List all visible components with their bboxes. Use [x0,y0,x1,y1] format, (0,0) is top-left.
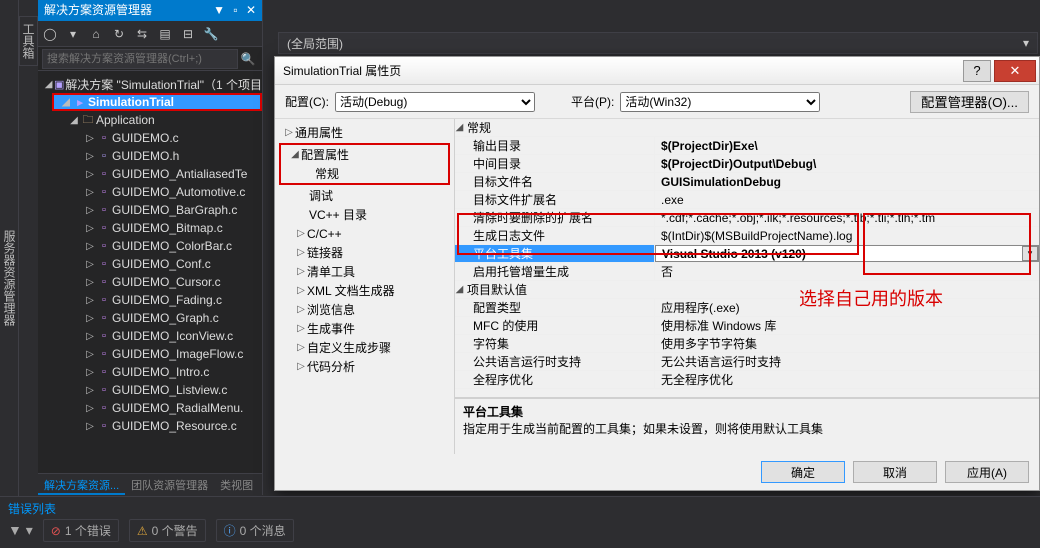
solution-explorer-title: 解决方案资源管理器 ▼ ▫ ✕ [38,0,262,21]
property-nav: ▷通用属性 ◢配置属性 常规 调试 VC++ 目录 ▷C/C++ ▷链接器 ▷清… [275,119,455,454]
row-log-file[interactable]: 生成日志文件$(IntDir)$(MSBuildProjectName).log [455,227,1039,245]
chevron-down-icon[interactable]: ▾ [1023,36,1029,50]
messages-tab[interactable]: ⓘ0 个消息 [216,519,294,542]
close-button[interactable]: ✕ [994,60,1036,82]
solution-toolbar: ◯▾ ⌂ ↻ ⇆ ▤ ⊟ 🔧 [38,21,262,47]
help-button[interactable]: ? [963,60,991,82]
dialog-title-text: SimulationTrial 属性页 [283,62,401,79]
scope-label: (全局范围) [287,35,343,52]
nav-vcdir[interactable]: VC++ 目录 [275,205,454,224]
nav-manifest[interactable]: ▷清单工具 [275,262,454,281]
nav-ccpp[interactable]: ▷C/C++ [275,224,454,243]
folder-application[interactable]: ◢🗀Application [38,111,262,129]
refresh-icon[interactable]: ↻ [111,26,127,42]
side-tab-toolbox[interactable]: 工具箱 [19,16,38,66]
file-GUIDEMO_Bitmap-c[interactable]: ▷▫GUIDEMO_Bitmap.c [38,219,262,237]
property-pages-dialog: SimulationTrial 属性页 ? ✕ 配置(C): 活动(Debug)… [274,56,1040,491]
errors-tab[interactable]: ⊘1 个错误 [43,519,119,542]
file-GUIDEMO_Resource-c[interactable]: ▷▫GUIDEMO_Resource.c [38,417,262,435]
config-select[interactable]: 活动(Debug) [335,92,535,112]
property-description: 平台工具集 指定用于生成当前配置的工具集；如果未设置，则将使用默认工具集 [455,398,1039,454]
side-tab-server[interactable]: 服务器资源管理器 [0,0,19,548]
file-GUIDEMO_IconView-c[interactable]: ▷▫GUIDEMO_IconView.c [38,327,262,345]
error-list-panel: 错误列表 ▼ ▾ ⊘1 个错误 ⚠0 个警告 ⓘ0 个消息 [0,496,1040,548]
file-GUIDEMO_Fading-c[interactable]: ▷▫GUIDEMO_Fading.c [38,291,262,309]
row-platform-toolset[interactable]: 平台工具集Visual Studio 2013 (v120)▾ [455,245,1039,263]
tab-classview[interactable]: 类视图 [214,474,259,495]
file-GUIDEMO_RadialMenu-[interactable]: ▷▫GUIDEMO_RadialMenu. [38,399,262,417]
search-input[interactable] [42,49,238,69]
file-GUIDEMO-h[interactable]: ▷▫GUIDEMO.h [38,147,262,165]
tab-solution[interactable]: 解决方案资源... [38,474,125,495]
nav-build[interactable]: ▷生成事件 [275,319,454,338]
dialog-titlebar: SimulationTrial 属性页 ? ✕ [275,57,1039,85]
section-defaults[interactable]: ◢项目默认值 [455,281,1039,299]
row-managed-inc[interactable]: 启用托管增量生成否 [455,263,1039,281]
file-GUIDEMO_Conf-c[interactable]: ▷▫GUIDEMO_Conf.c [38,255,262,273]
cancel-button[interactable]: 取消 [853,461,937,483]
back-icon[interactable]: ◯ [42,26,58,42]
row-target-name[interactable]: 目标文件名GUISimulationDebug [455,173,1039,191]
row-config-type[interactable]: 配置类型应用程序(.exe) [455,299,1039,317]
row-clr[interactable]: 公共语言运行时支持无公共语言运行时支持 [455,353,1039,371]
file-GUIDEMO_ColorBar-c[interactable]: ▷▫GUIDEMO_ColorBar.c [38,237,262,255]
properties-icon[interactable]: 🔧 [203,26,219,42]
property-grid: ◢常规 输出目录$(ProjectDir)Exe\ 中间目录$(ProjectD… [455,119,1039,398]
file-GUIDEMO_BarGraph-c[interactable]: ▷▫GUIDEMO_BarGraph.c [38,201,262,219]
config-manager-button[interactable]: 配置管理器(O)... [910,91,1029,113]
file-GUIDEMO_Cursor-c[interactable]: ▷▫GUIDEMO_Cursor.c [38,273,262,291]
nav-custom[interactable]: ▷自定义生成步骤 [275,338,454,357]
nav-debug[interactable]: 调试 [275,186,454,205]
row-output-dir[interactable]: 输出目录$(ProjectDir)Exe\ [455,137,1039,155]
solution-tree: ◢▣解决方案 "SimulationTrial"（1 个项目 ◢▸Simulat… [38,71,262,473]
nav-linker[interactable]: ▷链接器 [275,243,454,262]
close-icon[interactable]: ✕ [246,0,256,21]
nav-browse[interactable]: ▷浏览信息 [275,300,454,319]
apply-button[interactable]: 应用(A) [945,461,1029,483]
tab-team[interactable]: 团队资源管理器 [125,474,214,495]
nav-general[interactable]: 常规 [281,164,448,183]
row-clean-ext[interactable]: 清除时要删除的扩展名*.cdf;*.cache;*.obj;*.ilk;*.re… [455,209,1039,227]
platform-label: 平台(P): [571,93,614,110]
desc-text: 指定用于生成当前配置的工具集；如果未设置，则将使用默认工具集 [463,420,1031,437]
collapse-icon[interactable]: ⊟ [180,26,196,42]
file-GUIDEMO_ImageFlow-c[interactable]: ▷▫GUIDEMO_ImageFlow.c [38,345,262,363]
warnings-tab[interactable]: ⚠0 个警告 [129,519,206,542]
config-label: 配置(C): [285,93,329,110]
file-GUIDEMO_Listview-c[interactable]: ▷▫GUIDEMO_Listview.c [38,381,262,399]
dropdown-icon[interactable]: ▼ [213,0,225,21]
solution-node[interactable]: ◢▣解决方案 "SimulationTrial"（1 个项目 [38,75,262,93]
sync-icon[interactable]: ⇆ [134,26,150,42]
nav-xmldoc[interactable]: ▷XML 文档生成器 [275,281,454,300]
nav-config-props[interactable]: ◢配置属性 [281,145,448,164]
search-icon[interactable]: 🔍 [238,52,258,66]
row-target-ext[interactable]: 目标文件扩展名.exe [455,191,1039,209]
section-general[interactable]: ◢常规 [455,119,1039,137]
file-GUIDEMO_Intro-c[interactable]: ▷▫GUIDEMO_Intro.c [38,363,262,381]
row-mfc[interactable]: MFC 的使用使用标准 Windows 库 [455,317,1039,335]
solution-title-text: 解决方案资源管理器 [44,0,152,21]
showall-icon[interactable]: ▤ [157,26,173,42]
row-wpo[interactable]: 全程序优化无全程序优化 [455,371,1039,389]
filter-icon[interactable]: ▼ ▾ [8,522,33,539]
scope-bar[interactable]: (全局范围) ▾ [278,32,1038,54]
platform-select[interactable]: 活动(Win32) [620,92,820,112]
desc-heading: 平台工具集 [463,403,1031,420]
project-node[interactable]: ◢▸SimulationTrial [52,93,262,111]
toolset-dropdown-icon[interactable]: ▾ [1022,246,1038,261]
error-list-title: 错误列表 [0,497,1040,519]
file-GUIDEMO_Graph-c[interactable]: ▷▫GUIDEMO_Graph.c [38,309,262,327]
file-GUIDEMO_AntialiasedTe[interactable]: ▷▫GUIDEMO_AntialiasedTe [38,165,262,183]
file-GUIDEMO-c[interactable]: ▷▫GUIDEMO.c [38,129,262,147]
nav-analysis[interactable]: ▷代码分析 [275,357,454,376]
file-GUIDEMO_Automotive-c[interactable]: ▷▫GUIDEMO_Automotive.c [38,183,262,201]
ok-button[interactable]: 确定 [761,461,845,483]
row-charset[interactable]: 字符集使用多字节字符集 [455,335,1039,353]
annotation-text: 选择自己用的版本 [799,285,943,311]
home-icon[interactable]: ⌂ [88,26,104,42]
nav-common[interactable]: ▷通用属性 [275,123,454,142]
pin-icon[interactable]: ▫ [233,0,237,21]
row-int-dir[interactable]: 中间目录$(ProjectDir)Output\Debug\ [455,155,1039,173]
solution-explorer: 解决方案资源管理器 ▼ ▫ ✕ ◯▾ ⌂ ↻ ⇆ ▤ ⊟ 🔧 🔍 ◢▣解决方案 … [38,0,263,495]
